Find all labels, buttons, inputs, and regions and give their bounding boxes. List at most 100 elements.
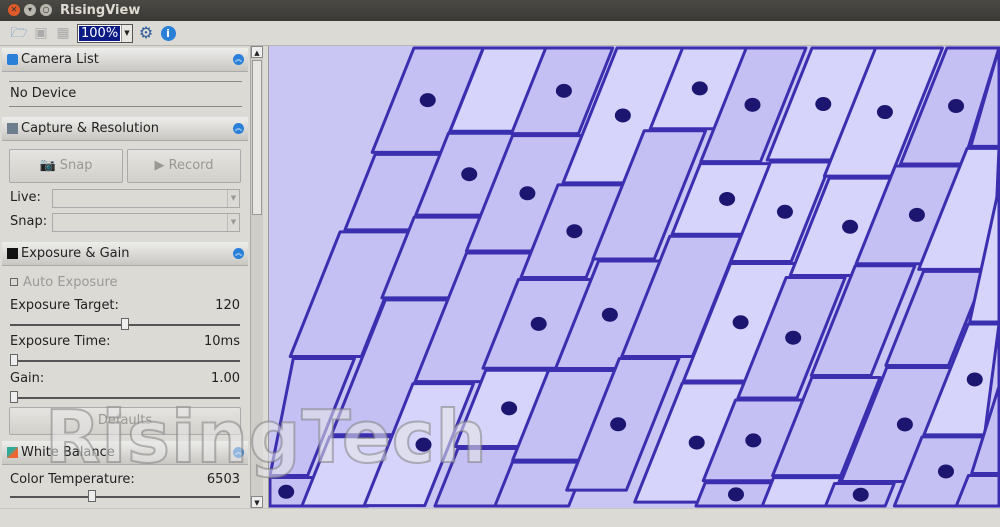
slider-handle[interactable] [87, 490, 96, 502]
exposure-time-slider[interactable] [10, 354, 240, 366]
cell-nucleus [278, 484, 295, 499]
gain-label: Gain: [10, 371, 45, 386]
maximize-window-button[interactable]: ○ [40, 4, 52, 16]
cell-nucleus [966, 372, 983, 387]
save-icon[interactable]: ▣ [32, 24, 50, 42]
chevron-down-icon: ▼ [121, 25, 132, 42]
cell-nucleus [601, 307, 618, 322]
cell-nucleus [688, 435, 705, 450]
device-item[interactable]: No Device [10, 86, 76, 101]
camera-icon: 📷 [39, 158, 60, 173]
panel-scrollbar[interactable]: ▲ ▼ [250, 46, 263, 508]
cell-nucleus [852, 487, 869, 502]
play-icon: ▶ [154, 158, 169, 173]
snap-label: Snap [59, 158, 93, 173]
record-label: Record [168, 158, 214, 173]
live-label: Live: [10, 190, 41, 205]
capture-resolution-header[interactable]: Capture & Resolution ︽ [2, 117, 248, 141]
onion-cell-image [269, 46, 1000, 508]
scroll-up-icon[interactable]: ▲ [251, 46, 263, 58]
auto-exposure-checkbox[interactable]: Auto Exposure [10, 275, 118, 290]
divider [9, 106, 242, 107]
title-bar: ✕ ▾ ○ RisingView [0, 0, 1000, 21]
cell-nucleus [785, 330, 802, 345]
cell-nucleus [610, 417, 627, 432]
section-title: White Balance [21, 445, 115, 460]
live-resolution-select[interactable]: ▼ [52, 189, 240, 208]
cell-nucleus [745, 433, 762, 448]
divider [9, 81, 242, 82]
scrollbar-thumb[interactable] [252, 60, 262, 215]
gain-value: 1.00 [211, 371, 240, 386]
exposure-target-slider[interactable] [10, 318, 240, 330]
auto-exposure-label: Auto Exposure [23, 275, 118, 290]
toolbar: 🗁 ▣ ▦ 100% ▼ ⚙ i [0, 21, 1000, 46]
cell-nucleus [908, 207, 925, 222]
collapse-icon[interactable]: ︽ [233, 447, 244, 458]
cell-nucleus [519, 186, 536, 201]
snap-resolution-select[interactable]: ▼ [52, 213, 240, 232]
cell-nucleus [691, 81, 708, 96]
cell-nucleus [896, 417, 913, 432]
cell-nucleus [419, 93, 436, 108]
gain-slider[interactable] [10, 391, 240, 403]
close-window-button[interactable]: ✕ [8, 4, 20, 16]
minimize-window-button[interactable]: ▾ [24, 4, 36, 16]
record-button[interactable]: ▶ Record [127, 149, 241, 183]
chevron-down-icon: ▼ [227, 214, 239, 231]
cell-nucleus [815, 97, 832, 112]
info-icon[interactable]: i [159, 24, 177, 42]
slider-handle[interactable] [10, 354, 18, 366]
capture-icon [7, 123, 18, 134]
section-title: Camera List [21, 52, 99, 67]
microscope-image-view[interactable] [268, 46, 1000, 508]
zoom-select[interactable]: 100% ▼ [77, 24, 133, 43]
snap-res-label: Snap: [10, 214, 48, 229]
exposure-time-label: Exposure Time: [10, 334, 111, 349]
cell-nucleus [732, 315, 749, 330]
cell-nucleus [719, 191, 736, 206]
cell-nucleus [555, 83, 572, 98]
cell-nucleus [842, 219, 859, 234]
save-as-icon[interactable]: ▦ [54, 24, 72, 42]
cell-nucleus [744, 97, 761, 112]
cell-nucleus [727, 487, 744, 502]
checkbox-icon [10, 278, 18, 286]
cell-nucleus [530, 316, 547, 331]
collapse-icon[interactable]: ︽ [233, 123, 244, 134]
snap-button[interactable]: 📷 Snap [9, 149, 123, 183]
settings-gear-icon[interactable]: ⚙ [137, 24, 155, 42]
section-title: Capture & Resolution [21, 121, 160, 136]
window-title: RisingView [60, 3, 141, 18]
camera-icon [7, 54, 18, 65]
folder-open-icon[interactable]: 🗁 [10, 24, 28, 42]
cell-nucleus [614, 108, 631, 123]
exposure-icon [7, 248, 18, 259]
color-temperature-label: Color Temperature: [10, 472, 135, 487]
white-balance-icon [7, 447, 18, 458]
cell-nucleus [501, 401, 518, 416]
color-temperature-value: 6503 [206, 472, 240, 487]
zoom-value: 100% [77, 25, 122, 42]
slider-handle[interactable] [121, 318, 129, 330]
cell-nucleus [566, 224, 583, 239]
defaults-button[interactable]: Defaults [9, 407, 241, 435]
scroll-down-icon[interactable]: ▼ [251, 496, 263, 508]
chevron-down-icon: ▼ [227, 190, 239, 207]
cell-nucleus [461, 167, 478, 182]
white-balance-header[interactable]: White Balance ︽ [2, 441, 248, 465]
cell-nucleus [937, 464, 954, 479]
color-temperature-slider[interactable] [10, 490, 240, 502]
slider-handle[interactable] [10, 391, 18, 403]
cell-nucleus [876, 105, 893, 120]
exposure-target-label: Exposure Target: [10, 298, 119, 313]
exposure-gain-header[interactable]: Exposure & Gain ︽ [2, 242, 248, 266]
collapse-icon[interactable]: ︽ [233, 248, 244, 259]
status-bar [0, 508, 1000, 527]
exposure-time-value: 10ms [204, 334, 240, 349]
exposure-target-value: 120 [215, 298, 240, 313]
cell-nucleus [415, 437, 432, 452]
collapse-icon[interactable]: ︽ [233, 54, 244, 65]
camera-list-header[interactable]: Camera List ︽ [2, 48, 248, 72]
control-panel: Camera List ︽ No Device Capture & Resolu… [0, 46, 250, 508]
